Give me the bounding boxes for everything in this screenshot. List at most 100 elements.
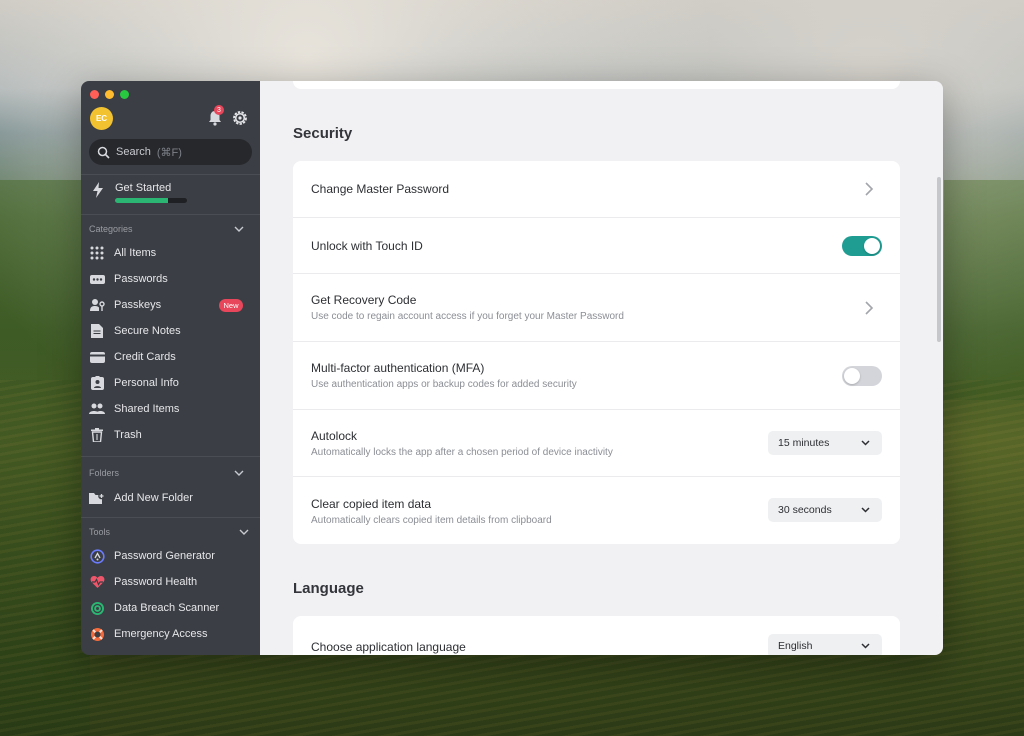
lifebuoy-icon [89,626,105,642]
row-subtitle: Use code to regain account access if you… [311,311,624,322]
trash-icon [89,427,105,443]
security-card: Change Master Password Unlock with Touch… [293,161,900,544]
clear-clipboard-row: Clear copied item data Automatically cle… [293,477,900,544]
search-icon [97,146,110,159]
background-forest-right [944,180,1024,400]
chevron-right-icon [865,182,874,196]
sidebar-item-data-breach-scanner[interactable]: Data Breach Scanner [89,597,249,619]
credit-card-icon [89,349,105,365]
divider [81,214,260,215]
heart-pulse-icon [89,574,105,590]
chevron-down-icon [861,440,870,446]
language-section-title: Language [293,580,364,597]
mfa-row: Multi-factor authentication (MFA) Use au… [293,342,900,410]
get-started-progress-fill [115,198,168,203]
password-generator-icon [89,548,105,564]
add-new-folder-button[interactable]: Add New Folder [89,487,249,509]
search-label: Search [116,146,151,158]
security-section-title: Security [293,125,353,142]
row-title: Get Recovery Code [311,293,417,307]
gear-icon[interactable] [231,109,249,127]
sidebar-item-label: All Items [114,247,157,259]
sidebar-item-all-items[interactable]: All Items [89,242,249,264]
sidebar-item-secure-notes[interactable]: Secure Notes [89,320,249,342]
folders-title: Folders [89,468,120,478]
select-value: 15 minutes [778,437,830,449]
autolock-select[interactable]: 15 minutes [768,431,882,455]
change-master-password-row[interactable]: Change Master Password [293,161,900,218]
close-window-button[interactable] [90,90,99,99]
sidebar-item-label: Data Breach Scanner [114,602,220,614]
mfa-toggle[interactable] [842,366,882,386]
previous-settings-card [293,81,900,89]
recovery-code-row[interactable]: Get Recovery Code Use code to regain acc… [293,274,900,342]
touch-id-toggle[interactable] [842,236,882,256]
chevron-down-icon [239,529,249,535]
get-started-progress [115,198,187,203]
select-value: English [778,640,813,652]
new-badge: New [219,299,243,312]
sidebar-item-label: Emergency Access [114,628,208,640]
avatar[interactable]: EC [90,107,113,130]
app-window: EC 3 Search (⌘F) Get Started Categories … [81,81,943,655]
sidebar-item-passwords[interactable]: Passwords [89,268,249,290]
autolock-row: Autolock Automatically locks the app aft… [293,410,900,477]
tools-header[interactable]: Tools [89,527,249,537]
language-select[interactable]: English [768,634,882,655]
tools-title: Tools [89,527,111,537]
search-shortcut: (⌘F) [156,146,182,159]
sidebar-item-label: Passkeys [114,299,162,311]
row-title: Choose application language [311,640,466,654]
passkey-icon [89,297,105,313]
radar-icon [89,600,105,616]
note-icon [89,323,105,339]
folders-header[interactable]: Folders [89,468,244,478]
row-subtitle: Use authentication apps or backup codes … [311,379,577,390]
shared-users-icon [89,401,105,417]
sidebar-item-trash[interactable]: Trash [89,424,249,446]
chevron-down-icon [234,226,244,232]
chevron-down-icon [861,507,870,513]
select-value: 30 seconds [778,504,832,516]
sidebar-item-password-health[interactable]: Password Health [89,571,249,593]
minimize-window-button[interactable] [105,90,114,99]
sidebar-item-personal-info[interactable]: Personal Info [89,372,249,394]
categories-title: Categories [89,224,133,234]
sidebar-item-label: Passwords [114,273,168,285]
clear-clipboard-select[interactable]: 30 seconds [768,498,882,522]
row-title: Multi-factor authentication (MFA) [311,361,485,375]
password-icon [89,271,105,287]
divider [81,456,260,457]
sidebar-item-label: Password Generator [114,550,215,562]
sidebar-item-label: Trash [114,429,142,441]
row-title: Autolock [311,429,358,443]
get-started-link[interactable]: Get Started [115,182,171,194]
sidebar: EC 3 Search (⌘F) Get Started Categories … [81,81,260,655]
row-title: Unlock with Touch ID [311,239,423,253]
lightning-icon [93,182,103,198]
window-controls [90,90,129,99]
row-subtitle: Automatically clears copied item details… [311,515,552,526]
language-card: Choose application language English [293,616,900,655]
sidebar-item-label: Add New Folder [114,492,193,504]
touch-id-row: Unlock with Touch ID [293,218,900,274]
sidebar-item-shared-items[interactable]: Shared Items [89,398,249,420]
sidebar-item-label: Password Health [114,576,198,588]
row-subtitle: Automatically locks the app after a chos… [311,447,613,458]
sidebar-item-credit-cards[interactable]: Credit Cards [89,346,249,368]
search-input[interactable]: Search (⌘F) [89,139,252,165]
notification-badge: 3 [214,105,224,115]
chevron-down-icon [861,643,870,649]
sidebar-item-password-generator[interactable]: Password Generator [89,545,249,567]
language-row: Choose application language English [293,616,900,655]
maximize-window-button[interactable] [120,90,129,99]
id-card-icon [89,375,105,391]
row-title: Clear copied item data [311,497,432,511]
grid-icon [89,245,105,261]
scrollbar[interactable] [937,177,941,342]
sidebar-item-emergency-access[interactable]: Emergency Access [89,623,249,645]
sidebar-item-label: Personal Info [114,377,179,389]
categories-header[interactable]: Categories [89,224,244,234]
divider [81,517,260,518]
chevron-right-icon [865,301,874,315]
